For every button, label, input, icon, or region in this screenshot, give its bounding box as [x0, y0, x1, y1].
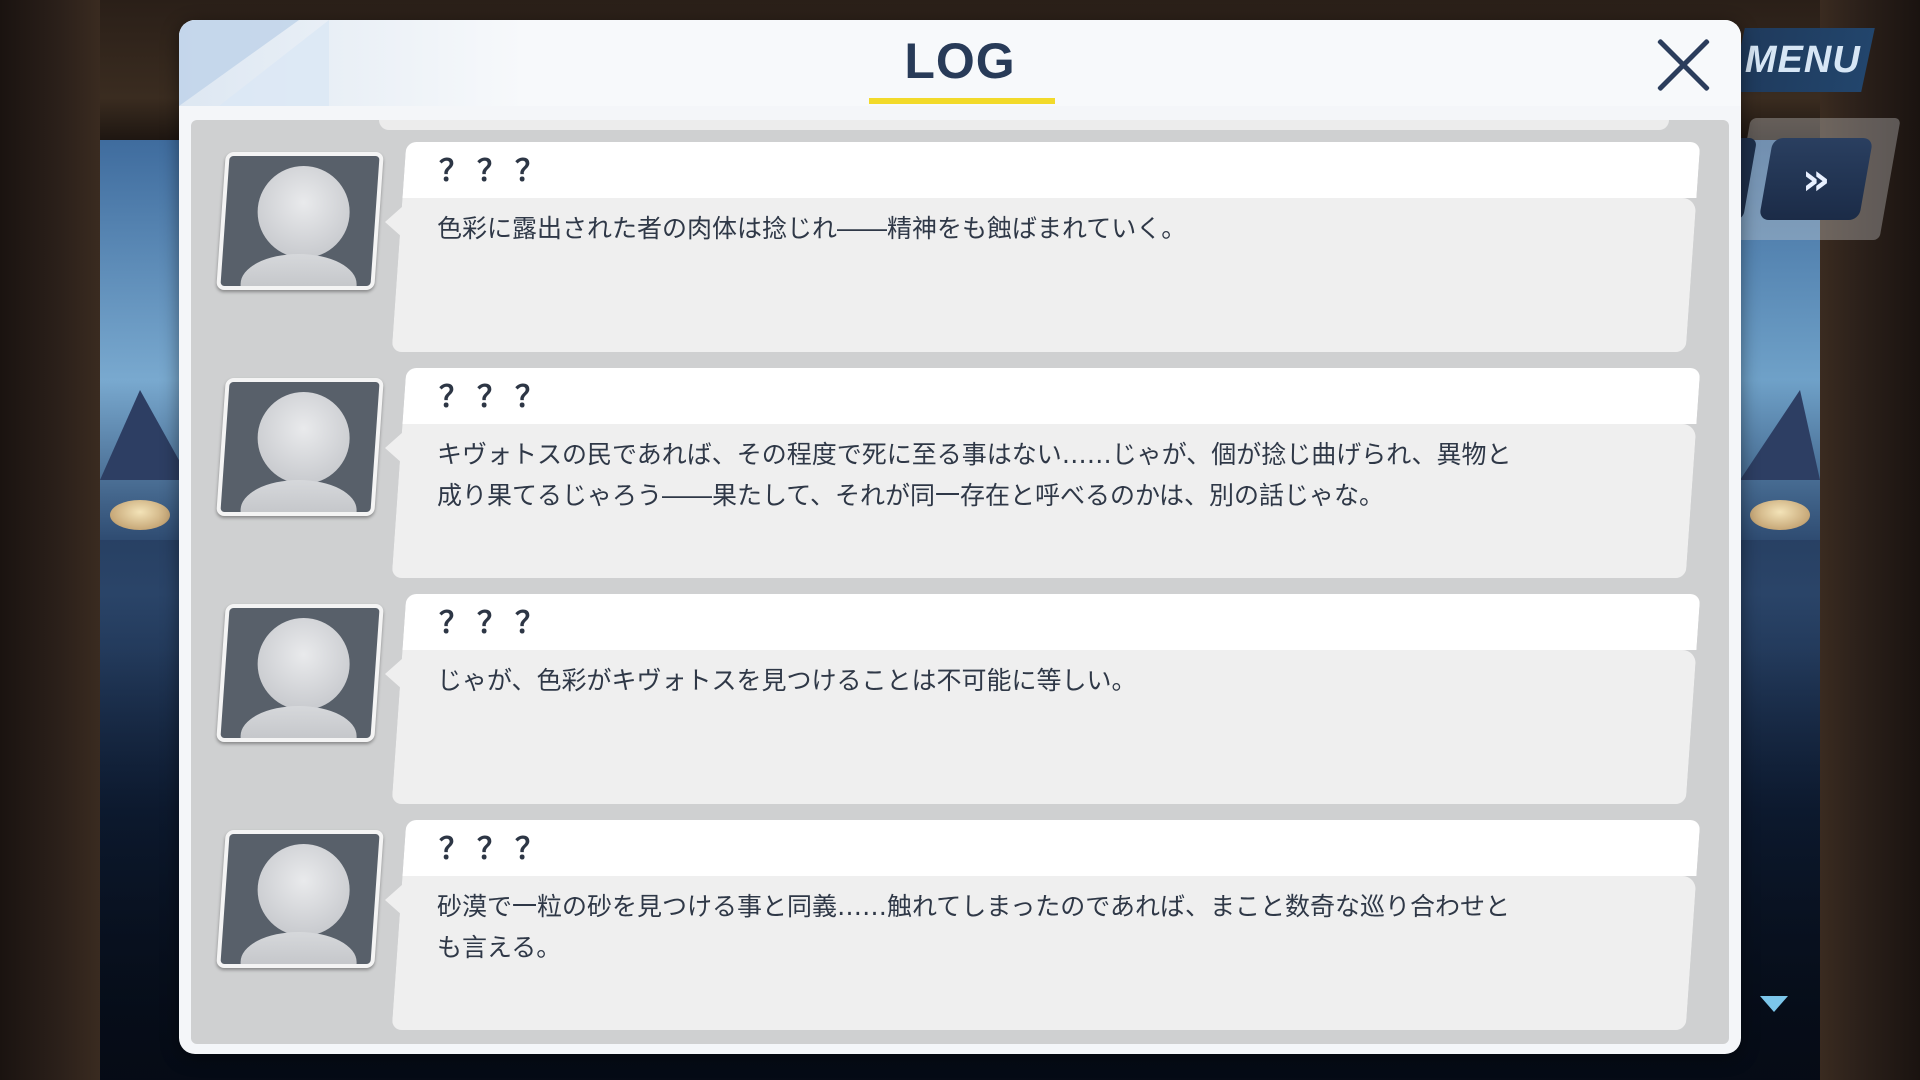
- title-underline: [869, 98, 1055, 104]
- bubble-pointer: [385, 658, 403, 690]
- log-panel: LOG ？？？ 色彩に露出された者の肉体は捻じれ――精神をも蝕ばまれていく。 ？…: [179, 20, 1741, 1054]
- bubble-pointer: [385, 206, 403, 238]
- dialogue-text: じゃが、色彩がキヴォトスを見つけることは不可能に等しい。: [437, 666, 1137, 695]
- speaker-name: ？？？: [439, 606, 553, 641]
- log-entry: ？？？ 色彩に露出された者の肉体は捻じれ――精神をも蝕ばまれていく。: [191, 142, 1729, 352]
- background-mountain-left: [100, 390, 190, 480]
- avatar-body: [240, 706, 357, 742]
- scroll-down-arrow-icon[interactable]: [1760, 996, 1788, 1012]
- avatar-body: [240, 932, 357, 968]
- previous-entry-edge: [379, 120, 1669, 130]
- dialogue-text: キヴォトスの民であれば、その程度で死に至る事はない……じゃが、個が捻じ曲げられ、…: [437, 440, 1512, 510]
- silhouette-avatar-icon: [216, 604, 384, 742]
- avatar-head: [257, 166, 350, 258]
- menu-button-label: MENU: [1745, 38, 1861, 81]
- avatar-body: [240, 480, 357, 516]
- background-lamp-right: [1750, 500, 1810, 530]
- avatar-body: [240, 254, 357, 290]
- background-wall-left: [0, 0, 100, 1080]
- bubble-header: [402, 820, 1701, 876]
- fast-forward-icon: »: [1801, 153, 1831, 205]
- bubble-pointer: [385, 432, 403, 464]
- background-mountain-right: [1740, 390, 1820, 480]
- silhouette-avatar-icon: [216, 152, 384, 290]
- log-title: LOG: [904, 33, 1016, 89]
- skip-button[interactable]: »: [1758, 138, 1874, 220]
- bubble-header: [402, 594, 1701, 650]
- speaker-name: ？？？: [439, 154, 553, 189]
- close-icon[interactable]: [1653, 34, 1715, 96]
- speaker-name: ？？？: [439, 832, 553, 867]
- bubble-header: [402, 142, 1701, 198]
- silhouette-avatar-icon: [216, 378, 384, 516]
- bubble-pointer: [385, 884, 403, 916]
- avatar-head: [257, 392, 350, 484]
- silhouette-avatar-icon: [216, 830, 384, 968]
- background-window-left: [100, 140, 180, 540]
- avatar-head: [257, 844, 350, 936]
- log-list[interactable]: ？？？ 色彩に露出された者の肉体は捻じれ――精神をも蝕ばまれていく。 ？？？ キ…: [191, 120, 1729, 1044]
- bubble-header: [402, 368, 1701, 424]
- log-entry: ？？？ 砂漠で一粒の砂を見つける事と同義……触れてしまったのであれば、まこと数奇…: [191, 820, 1729, 1030]
- dialogue-text: 砂漠で一粒の砂を見つける事と同義……触れてしまったのであれば、まこと数奇な巡り合…: [437, 892, 1511, 962]
- log-header: LOG: [179, 20, 1741, 106]
- menu-button[interactable]: MENU: [1731, 28, 1875, 92]
- dialogue-text: 色彩に露出された者の肉体は捻じれ――精神をも蝕ばまれていく。: [437, 214, 1187, 243]
- log-entry: ？？？ キヴォトスの民であれば、その程度で死に至る事はない……じゃが、個が捻じ曲…: [191, 368, 1729, 578]
- avatar-head: [257, 618, 350, 710]
- log-entry: ？？？ じゃが、色彩がキヴォトスを見つけることは不可能に等しい。: [191, 594, 1729, 804]
- speaker-name: ？？？: [439, 380, 553, 415]
- background-lamp-left: [110, 500, 170, 530]
